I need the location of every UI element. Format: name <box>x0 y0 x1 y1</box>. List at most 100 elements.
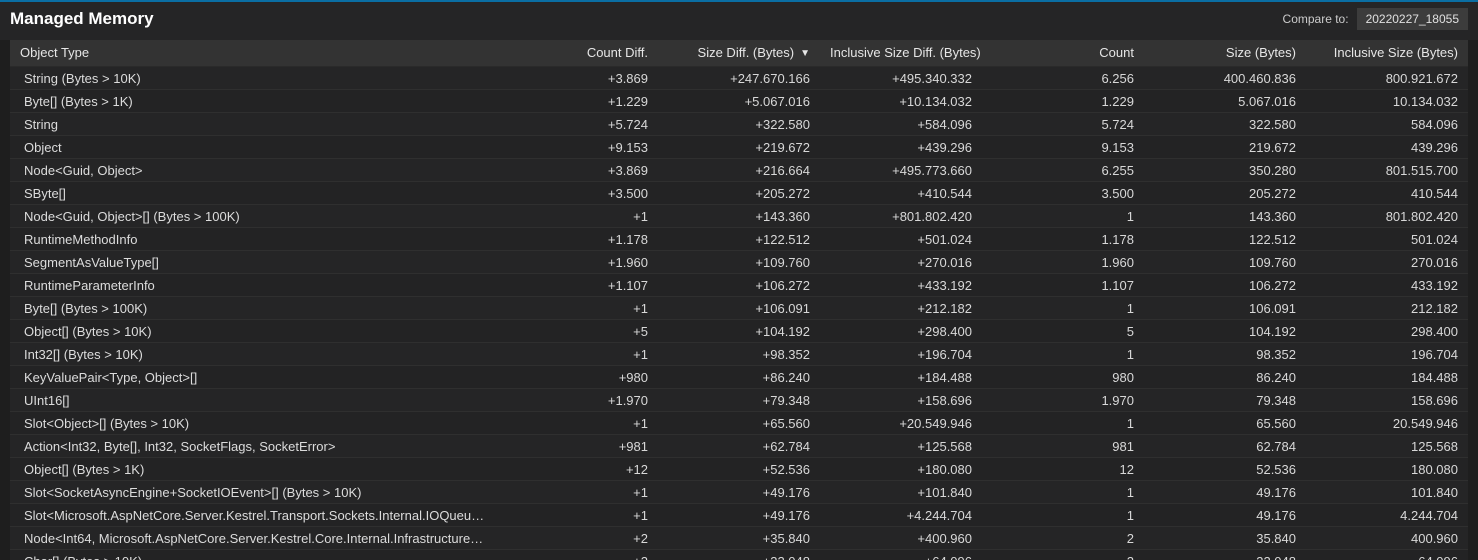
size-cell: 400.460.836 <box>1144 67 1306 90</box>
size-cell: 5.067.016 <box>1144 90 1306 113</box>
countDiff-cell: +5.724 <box>496 113 658 136</box>
incSize-cell: 410.544 <box>1306 182 1468 205</box>
incSizeDiff-cell: +101.840 <box>820 481 982 504</box>
object-type-cell: String <box>10 113 496 136</box>
table-row[interactable]: Node<Int64, Microsoft.AspNetCore.Server.… <box>10 527 1468 550</box>
size-cell: 35.840 <box>1144 527 1306 550</box>
count-cell: 1 <box>982 343 1144 366</box>
incSize-cell: 184.488 <box>1306 366 1468 389</box>
memory-table: Object TypeCount Diff.Size Diff. (Bytes)… <box>10 40 1468 560</box>
countDiff-cell: +1.178 <box>496 228 658 251</box>
table-row[interactable]: Byte[] (Bytes > 1K)+1.229+5.067.016+10.1… <box>10 90 1468 113</box>
object-type-cell: SByte[] <box>10 182 496 205</box>
sizeDiff-cell: +86.240 <box>658 366 820 389</box>
countDiff-cell: +3.500 <box>496 182 658 205</box>
table-row[interactable]: String (Bytes > 10K)+3.869+247.670.166+4… <box>10 67 1468 90</box>
size-cell: 205.272 <box>1144 182 1306 205</box>
incSizeDiff-cell: +4.244.704 <box>820 504 982 527</box>
incSizeDiff-cell: +501.024 <box>820 228 982 251</box>
size-cell: 219.672 <box>1144 136 1306 159</box>
count-cell: 1.960 <box>982 251 1144 274</box>
sort-descending-icon: ▼ <box>800 48 810 59</box>
page-title: Managed Memory <box>10 9 154 29</box>
object-type-cell: Char[] (Bytes > 10K) <box>10 550 496 560</box>
table-row[interactable]: RuntimeParameterInfo+1.107+106.272+433.1… <box>10 274 1468 297</box>
object-type-cell: Node<Guid, Object>[] (Bytes > 100K) <box>10 205 496 228</box>
table-row[interactable]: Slot<SocketAsyncEngine+SocketIOEvent>[] … <box>10 481 1468 504</box>
incSize-cell: 64.096 <box>1306 550 1468 560</box>
table-row[interactable]: Node<Guid, Object>+3.869+216.664+495.773… <box>10 159 1468 182</box>
table-row[interactable]: Object+9.153+219.672+439.2969.153219.672… <box>10 136 1468 159</box>
column-header-size[interactable]: Size (Bytes) <box>1144 40 1306 67</box>
size-cell: 52.536 <box>1144 458 1306 481</box>
incSizeDiff-cell: +125.568 <box>820 435 982 458</box>
incSizeDiff-cell: +433.192 <box>820 274 982 297</box>
incSize-cell: 212.182 <box>1306 297 1468 320</box>
column-header-type[interactable]: Object Type <box>10 40 496 67</box>
incSizeDiff-cell: +495.340.332 <box>820 67 982 90</box>
incSize-cell: 10.134.032 <box>1306 90 1468 113</box>
table-row[interactable]: Object[] (Bytes > 10K)+5+104.192+298.400… <box>10 320 1468 343</box>
incSizeDiff-cell: +10.134.032 <box>820 90 982 113</box>
incSize-cell: 4.244.704 <box>1306 504 1468 527</box>
count-cell: 1 <box>982 297 1144 320</box>
column-header-incSize[interactable]: Inclusive Size (Bytes) <box>1306 40 1468 67</box>
incSizeDiff-cell: +439.296 <box>820 136 982 159</box>
incSize-cell: 584.096 <box>1306 113 1468 136</box>
table-row[interactable]: Slot<Microsoft.AspNetCore.Server.Kestrel… <box>10 504 1468 527</box>
object-type-cell: Object <box>10 136 496 159</box>
incSizeDiff-cell: +801.802.420 <box>820 205 982 228</box>
incSize-cell: 801.515.700 <box>1306 159 1468 182</box>
object-type-cell: Object[] (Bytes > 10K) <box>10 320 496 343</box>
incSize-cell: 400.960 <box>1306 527 1468 550</box>
incSize-cell: 270.016 <box>1306 251 1468 274</box>
incSize-cell: 180.080 <box>1306 458 1468 481</box>
column-header-sizeDiff[interactable]: Size Diff. (Bytes) ▼ <box>658 40 820 67</box>
table-row[interactable]: SegmentAsValueType[]+1.960+109.760+270.0… <box>10 251 1468 274</box>
countDiff-cell: +1.107 <box>496 274 658 297</box>
table-row[interactable]: KeyValuePair<Type, Object>[]+980+86.240+… <box>10 366 1468 389</box>
table-row[interactable]: Slot<Object>[] (Bytes > 10K)+1+65.560+20… <box>10 412 1468 435</box>
incSize-cell: 101.840 <box>1306 481 1468 504</box>
table-row[interactable]: String+5.724+322.580+584.0965.724322.580… <box>10 113 1468 136</box>
size-cell: 49.176 <box>1144 481 1306 504</box>
sizeDiff-cell: +52.536 <box>658 458 820 481</box>
column-header-count[interactable]: Count <box>982 40 1144 67</box>
countDiff-cell: +12 <box>496 458 658 481</box>
countDiff-cell: +1 <box>496 504 658 527</box>
table-row[interactable]: Node<Guid, Object>[] (Bytes > 100K)+1+14… <box>10 205 1468 228</box>
column-header-countDiff[interactable]: Count Diff. <box>496 40 658 67</box>
size-cell: 62.784 <box>1144 435 1306 458</box>
sizeDiff-cell: +65.560 <box>658 412 820 435</box>
object-type-cell: Action<Int32, Byte[], Int32, SocketFlags… <box>10 435 496 458</box>
table-row[interactable]: Int32[] (Bytes > 10K)+1+98.352+196.70419… <box>10 343 1468 366</box>
size-cell: 65.560 <box>1144 412 1306 435</box>
sizeDiff-cell: +219.672 <box>658 136 820 159</box>
count-cell: 1 <box>982 504 1144 527</box>
sizeDiff-cell: +49.176 <box>658 504 820 527</box>
header: Managed Memory Compare to: 20220227_1805… <box>0 2 1478 40</box>
countDiff-cell: +9.153 <box>496 136 658 159</box>
table-row[interactable]: Char[] (Bytes > 10K)+2+32.048+64.096232.… <box>10 550 1468 560</box>
table-row[interactable]: RuntimeMethodInfo+1.178+122.512+501.0241… <box>10 228 1468 251</box>
table-row[interactable]: Object[] (Bytes > 1K)+12+52.536+180.0801… <box>10 458 1468 481</box>
countDiff-cell: +981 <box>496 435 658 458</box>
incSizeDiff-cell: +400.960 <box>820 527 982 550</box>
table-row[interactable]: SByte[]+3.500+205.272+410.5443.500205.27… <box>10 182 1468 205</box>
incSizeDiff-cell: +270.016 <box>820 251 982 274</box>
sizeDiff-cell: +49.176 <box>658 481 820 504</box>
table-row[interactable]: UInt16[]+1.970+79.348+158.6961.97079.348… <box>10 389 1468 412</box>
incSizeDiff-cell: +64.096 <box>820 550 982 560</box>
count-cell: 5 <box>982 320 1144 343</box>
column-header-label: Size (Bytes) <box>1226 45 1296 60</box>
countDiff-cell: +1 <box>496 343 658 366</box>
count-cell: 1 <box>982 205 1144 228</box>
table-row[interactable]: Byte[] (Bytes > 100K)+1+106.091+212.1821… <box>10 297 1468 320</box>
incSize-cell: 501.024 <box>1306 228 1468 251</box>
sizeDiff-cell: +98.352 <box>658 343 820 366</box>
size-cell: 350.280 <box>1144 159 1306 182</box>
column-header-incSizeDiff[interactable]: Inclusive Size Diff. (Bytes) <box>820 40 982 67</box>
column-header-label: Size Diff. (Bytes) <box>698 45 795 60</box>
compare-snapshot-dropdown[interactable]: 20220227_18055 <box>1357 8 1468 30</box>
table-row[interactable]: Action<Int32, Byte[], Int32, SocketFlags… <box>10 435 1468 458</box>
